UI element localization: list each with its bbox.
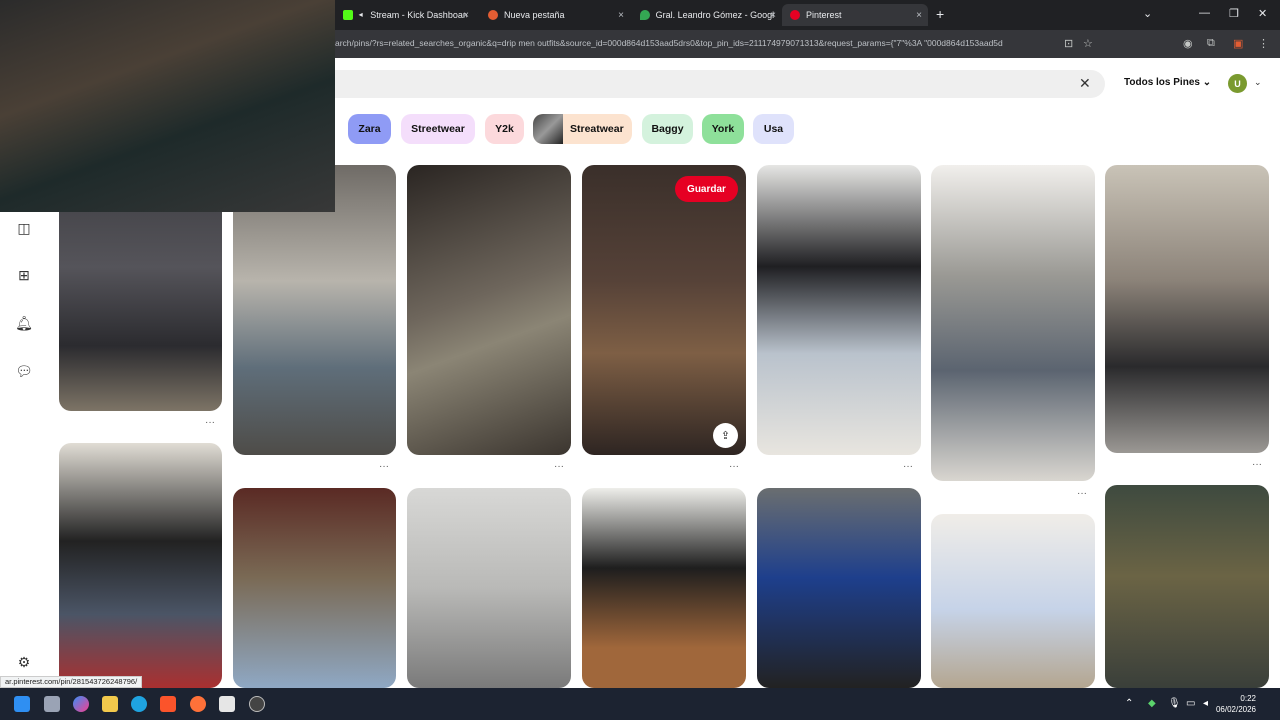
tab-title: Pinterest bbox=[806, 10, 842, 20]
bookmark-star-icon[interactable]: ☆ bbox=[1083, 37, 1093, 50]
create-icon[interactable]: ⊞ bbox=[14, 265, 34, 285]
install-app-icon[interactable]: ⊡ bbox=[1064, 37, 1073, 50]
filter-label: Todos los Pines bbox=[1124, 77, 1200, 88]
chip-thumbnail bbox=[533, 114, 563, 144]
tab-title: Gral. Leandro Gómez - Google bbox=[655, 10, 774, 20]
pin-card[interactable] bbox=[757, 488, 921, 688]
tab-google-maps[interactable]: Gral. Leandro Gómez - Google × bbox=[632, 4, 782, 26]
close-tab-icon[interactable]: × bbox=[916, 10, 922, 21]
chip-y2k[interactable]: Y2k bbox=[485, 114, 524, 144]
tab-kick-dashboard[interactable]: ◂ Stream - Kick Dashboard × bbox=[335, 4, 475, 26]
pin-filter-dropdown[interactable]: Todos los Pines ⌄ bbox=[1124, 77, 1211, 88]
clock-time: 0:22 bbox=[1240, 694, 1256, 703]
chevron-down-icon: ⌄ bbox=[1202, 77, 1212, 88]
close-icon[interactable]: ✕ bbox=[1079, 75, 1091, 92]
chip-zara[interactable]: Zara bbox=[348, 114, 391, 144]
pin-card[interactable] bbox=[582, 488, 746, 688]
chip-label: Streatwear bbox=[570, 123, 624, 135]
account-chevron-down-icon[interactable]: ⌄ bbox=[1254, 77, 1262, 88]
copilot-icon[interactable] bbox=[73, 696, 89, 712]
volume-icon[interactable]: ◂ bbox=[1203, 698, 1208, 709]
more-dots-icon[interactable]: ··· bbox=[205, 417, 215, 428]
clock-date: 06/02/2026 bbox=[1215, 705, 1256, 714]
start-icon[interactable] bbox=[14, 696, 30, 712]
tab-search-icon[interactable]: ⌄ bbox=[1143, 7, 1152, 20]
chip-streetwear[interactable]: Streetwear bbox=[401, 114, 475, 144]
close-tab-icon[interactable]: × bbox=[618, 10, 624, 21]
more-dots-icon[interactable]: ··· bbox=[379, 461, 389, 472]
pin-card[interactable] bbox=[757, 165, 921, 455]
pin-card[interactable] bbox=[59, 443, 222, 688]
more-dots-icon[interactable]: ··· bbox=[903, 461, 913, 472]
link-status-url: ar.pinterest.com/pin/281543726248796/ bbox=[0, 676, 143, 688]
network-icon[interactable]: ▭ bbox=[1186, 698, 1195, 709]
tab-title: Stream - Kick Dashboard bbox=[370, 10, 467, 20]
more-dots-icon[interactable]: ··· bbox=[1077, 488, 1087, 499]
avatar[interactable]: U bbox=[1228, 74, 1247, 93]
chip-label: Y2k bbox=[495, 123, 514, 135]
browser-menu-icon[interactable]: ⋮ bbox=[1258, 37, 1269, 50]
tab-nueva-pestana[interactable]: Nueva pestaña × bbox=[480, 4, 630, 26]
chip-label: Streetwear bbox=[411, 123, 465, 135]
new-tab-favicon-icon bbox=[488, 10, 498, 20]
extensions-icon[interactable]: ⧉ bbox=[1207, 37, 1215, 50]
audio-icon: ◂ bbox=[358, 10, 363, 19]
search-input[interactable] bbox=[335, 70, 1105, 98]
tab-title: Nueva pestaña bbox=[504, 10, 565, 20]
more-dots-icon[interactable]: ··· bbox=[554, 461, 564, 472]
boards-icon[interactable]: ◫ bbox=[14, 218, 34, 238]
file-explorer-icon[interactable] bbox=[102, 696, 118, 712]
close-tab-icon[interactable]: × bbox=[463, 10, 469, 21]
windows-taskbar: ⌃ ◆ 🎙︎ ▭ ◂ 0:22 06/02/2026 bbox=[0, 688, 1280, 720]
chip-york[interactable]: York bbox=[702, 114, 744, 144]
clock[interactable]: 0:22 06/02/2026 bbox=[1216, 693, 1256, 715]
webcam-overlay bbox=[0, 0, 335, 212]
new-tab-button[interactable]: + bbox=[936, 6, 944, 22]
save-pin-button[interactable]: Guardar bbox=[675, 176, 738, 202]
maps-favicon-icon bbox=[640, 10, 650, 20]
pin-card-hovered[interactable] bbox=[582, 165, 746, 455]
firefox-icon[interactable] bbox=[190, 696, 206, 712]
edge-icon[interactable] bbox=[131, 696, 147, 712]
pin-card[interactable] bbox=[931, 165, 1095, 481]
chip-label: York bbox=[711, 123, 735, 135]
profile-icon[interactable]: ◉ bbox=[1183, 37, 1193, 50]
url-field[interactable]: arch/pins/?rs=related_searches_organic&q… bbox=[335, 38, 1055, 48]
close-tab-icon[interactable]: × bbox=[770, 10, 776, 21]
task-view-icon[interactable] bbox=[44, 696, 60, 712]
pin-card[interactable] bbox=[407, 165, 571, 455]
pin-card[interactable] bbox=[407, 488, 571, 688]
more-dots-icon[interactable]: ··· bbox=[729, 461, 739, 472]
minimize-icon[interactable]: — bbox=[1199, 7, 1210, 19]
chip-label: Zara bbox=[358, 123, 381, 135]
chip-streatwear[interactable]: Streatwear bbox=[533, 114, 632, 144]
pin-card[interactable] bbox=[931, 514, 1095, 688]
more-dots-icon[interactable]: ··· bbox=[1252, 459, 1262, 470]
restore-icon[interactable]: ❐ bbox=[1229, 7, 1239, 20]
chip-usa[interactable]: Usa bbox=[753, 114, 794, 144]
chip-label: Usa bbox=[763, 123, 784, 135]
kick-favicon-icon bbox=[343, 10, 353, 20]
close-window-icon[interactable]: ✕ bbox=[1258, 7, 1267, 20]
chip-label: Baggy bbox=[651, 123, 684, 135]
chip-baggy[interactable]: Baggy bbox=[642, 114, 693, 144]
messages-icon[interactable]: 💬︎ bbox=[14, 361, 34, 381]
settings-icon[interactable]: ⚙ bbox=[14, 652, 34, 672]
tray-chevron-icon[interactable]: ⌃ bbox=[1125, 698, 1133, 709]
microphone-icon[interactable]: 🎙︎ bbox=[1168, 698, 1181, 709]
share-icon[interactable]: ⇪ bbox=[713, 423, 738, 448]
pin-card[interactable] bbox=[233, 488, 396, 688]
tab-pinterest[interactable]: Pinterest × bbox=[782, 4, 928, 26]
brave-icon[interactable] bbox=[160, 696, 176, 712]
app-icon[interactable] bbox=[219, 696, 235, 712]
notifications-icon[interactable]: 🔔︎ bbox=[14, 313, 34, 333]
pin-card[interactable] bbox=[1105, 485, 1269, 688]
tray-app-icon[interactable]: ◆ bbox=[1148, 698, 1156, 709]
pin-card[interactable] bbox=[1105, 165, 1269, 453]
obs-icon[interactable] bbox=[249, 696, 265, 712]
pinterest-favicon-icon bbox=[790, 10, 800, 20]
screen: ◂ Stream - Kick Dashboard × Nueva pestañ… bbox=[0, 0, 1280, 720]
extension-badge-icon[interactable]: ▣ bbox=[1233, 37, 1243, 50]
